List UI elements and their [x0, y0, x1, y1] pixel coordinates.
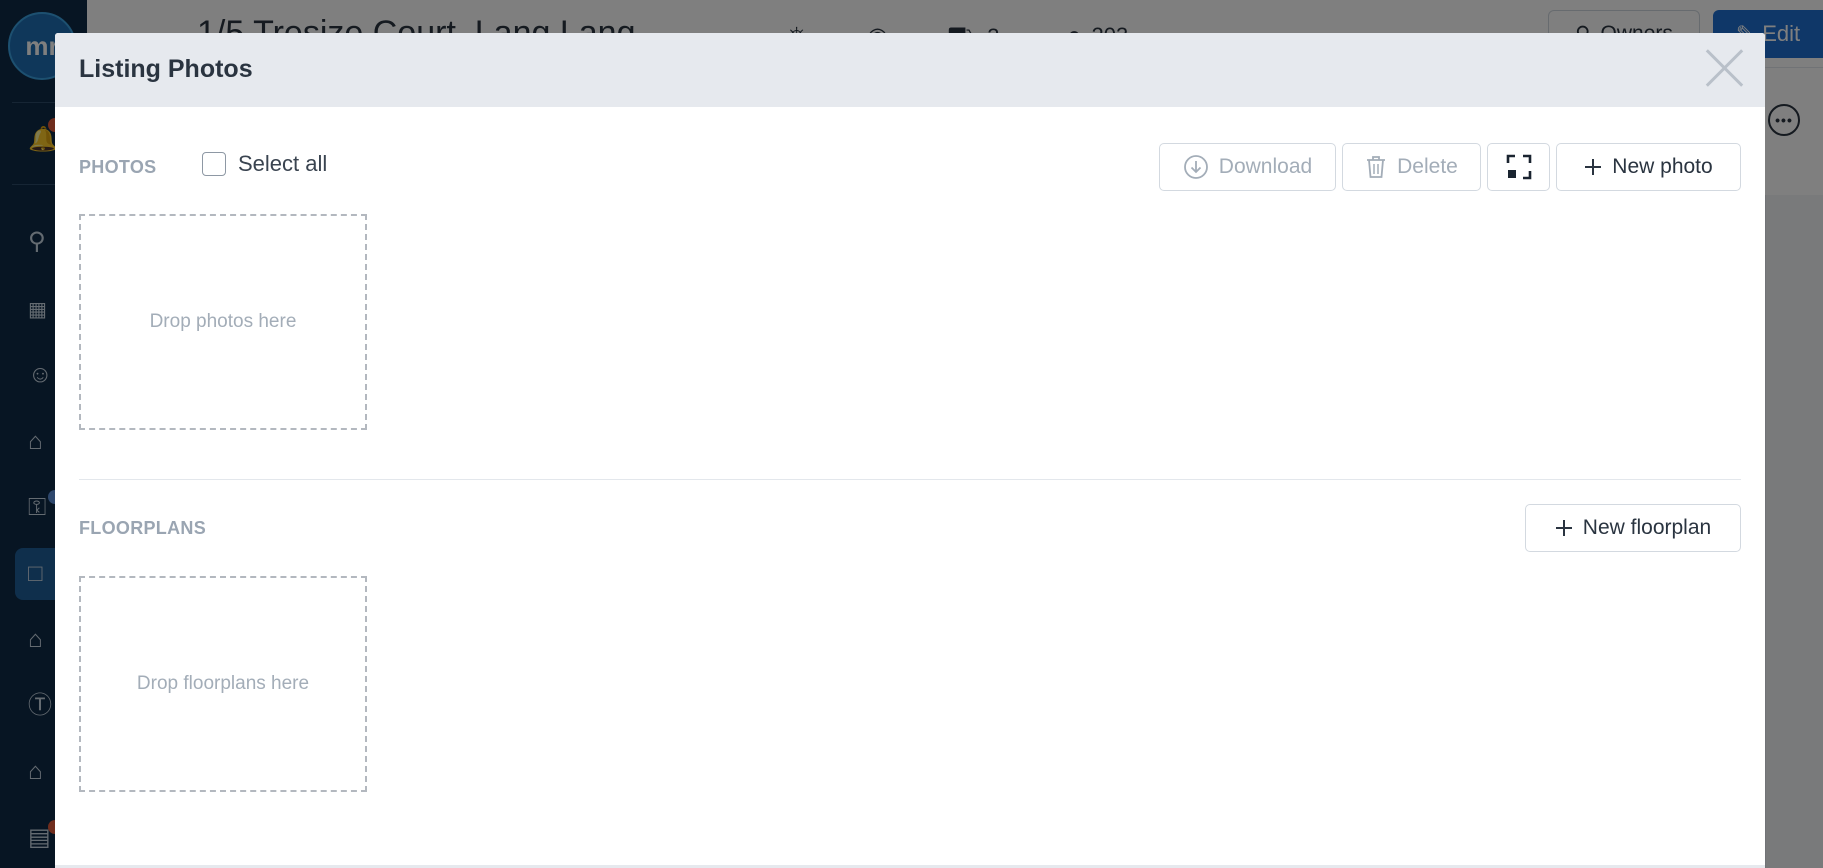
- plus-icon: [1584, 158, 1602, 176]
- fullscreen-button[interactable]: [1487, 143, 1550, 191]
- checkbox[interactable]: [202, 152, 226, 176]
- new-photo-label: New photo: [1612, 155, 1713, 178]
- select-all-label: Select all: [238, 151, 328, 176]
- download-icon: [1183, 154, 1209, 180]
- download-button[interactable]: Download: [1159, 143, 1336, 191]
- floorplans-section-label: FLOORPLANS: [79, 518, 206, 538]
- plus-icon: [1555, 519, 1573, 537]
- floorplans-dropzone[interactable]: Drop floorplans here: [79, 576, 367, 792]
- new-floorplan-button[interactable]: New floorplan: [1525, 504, 1741, 552]
- close-icon[interactable]: [1703, 47, 1745, 89]
- modal-header: Listing Photos: [55, 33, 1765, 107]
- new-floorplan-label: New floorplan: [1582, 516, 1712, 539]
- fullscreen-icon: [1506, 154, 1532, 180]
- select-all-checkbox[interactable]: Select all: [202, 151, 327, 177]
- new-photo-button[interactable]: New photo: [1556, 143, 1741, 191]
- photos-section-label: PHOTOS: [79, 157, 157, 177]
- delete-button[interactable]: Delete: [1342, 143, 1481, 191]
- trash-icon: [1365, 154, 1387, 180]
- listing-photos-modal: Listing Photos PHOTOS Select all Downloa…: [55, 33, 1765, 868]
- photos-dropzone[interactable]: Drop photos here: [79, 214, 367, 430]
- download-label: Download: [1218, 155, 1313, 178]
- delete-label: Delete: [1397, 155, 1458, 178]
- section-divider: [79, 479, 1741, 480]
- modal-title: Listing Photos: [79, 55, 253, 83]
